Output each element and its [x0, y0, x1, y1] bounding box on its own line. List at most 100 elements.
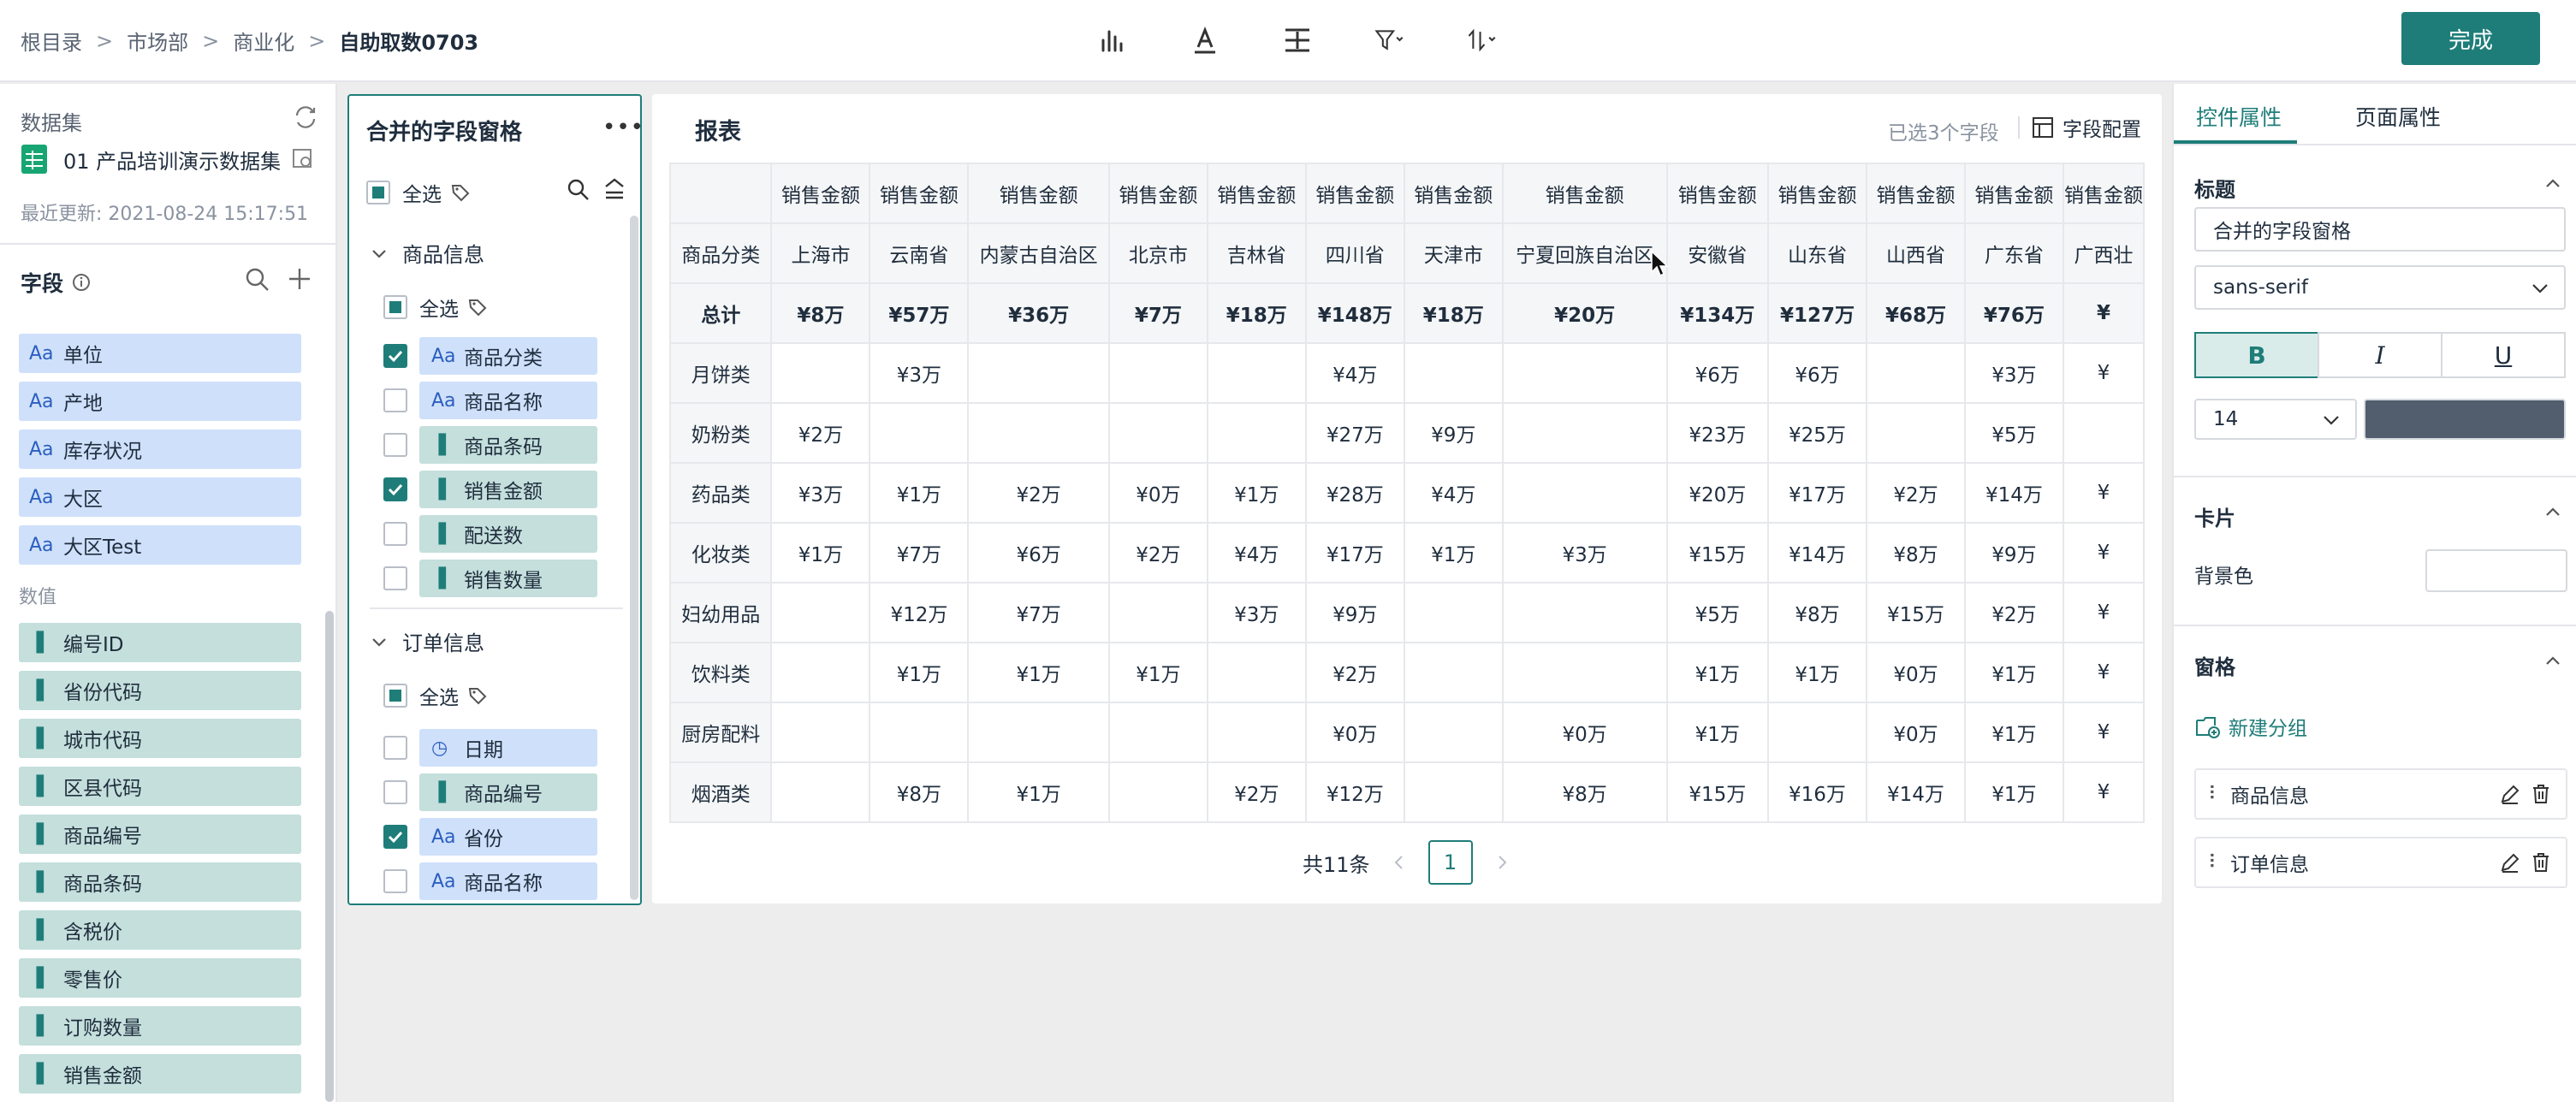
group-order-info[interactable]: 订单信息 [370, 626, 484, 656]
group-product-info[interactable]: 商品信息 [370, 238, 484, 268]
pane-group-item[interactable]: ⠇ 商品信息 [2194, 768, 2567, 820]
breadcrumb-root[interactable]: 根目录 [21, 26, 82, 56]
more-icon[interactable]: ••• [602, 115, 640, 140]
field-item[interactable]: ▐ 商品编号 [19, 815, 301, 854]
delete-icon[interactable] [2530, 783, 2552, 805]
search-icon[interactable] [245, 267, 270, 293]
field-item[interactable]: ▐ 零售价 [19, 958, 301, 998]
sort-button[interactable] [1448, 19, 1517, 62]
chart-type-button[interactable] [1078, 19, 1147, 62]
tab-widget-properties[interactable]: 控件属性 [2196, 101, 2282, 132]
field-option[interactable]: ▐ 商品条码 [383, 426, 597, 464]
table-row[interactable]: 妇幼用品 ¥12万 ¥7万 ¥3万 ¥9万 ¥5万 ¥8万 ¥15万 ¥2万 ¥ [669, 582, 2145, 643]
text-style-button[interactable] [1171, 19, 1239, 62]
checkbox[interactable] [383, 780, 407, 804]
table-row[interactable]: 厨房配料 ¥0万 ¥0万 ¥1万 ¥0万 ¥1万 ¥ [669, 702, 2145, 763]
delete-icon[interactable] [2530, 851, 2552, 874]
field-item[interactable]: ▐ 销售金额 [19, 1054, 301, 1093]
field-item[interactable]: ▐ 含税价 [19, 910, 301, 950]
tag-icon[interactable] [467, 685, 488, 706]
underline-button[interactable]: U [2441, 332, 2566, 378]
collapse-all-icon[interactable] [602, 176, 626, 202]
field-option[interactable]: ▐ 销售金额 [383, 471, 597, 508]
dataset-row[interactable]: 01 产品培训演示数据集 [21, 144, 315, 175]
background-color-picker[interactable] [2425, 549, 2567, 592]
checkbox[interactable] [383, 736, 407, 760]
field-option[interactable]: Aa 商品名称 [383, 382, 597, 419]
edit-icon[interactable] [2499, 851, 2521, 874]
checkbox[interactable] [383, 684, 407, 708]
field-item[interactable]: ▐ 订购数量 [19, 1006, 301, 1046]
field-item[interactable]: Aa 大区Test [19, 525, 301, 565]
checkbox[interactable] [383, 433, 407, 457]
table-row[interactable]: 烟酒类 ¥8万 ¥1万 ¥2万 ¥12万 ¥8万 ¥15万 ¥16万 ¥14万 ¥1万 ¥ [669, 761, 2145, 823]
filter-button[interactable] [1356, 19, 1424, 62]
table-row[interactable]: 化妆类 ¥1万 ¥7万 ¥6万 ¥2万 ¥4万 ¥17万 ¥1万 ¥3万 ¥15万 ¥14万 ¥8万 ¥… [669, 522, 2145, 584]
page-number[interactable]: 1 [1427, 840, 1473, 885]
group-select-all-row[interactable]: 全选 [383, 681, 488, 710]
drag-handle-icon[interactable]: ⠇ [2208, 852, 2222, 874]
checkbox[interactable] [383, 825, 407, 849]
info-icon[interactable] [72, 273, 91, 292]
field-item[interactable]: Aa 库存状况 [19, 430, 301, 469]
table-row[interactable]: 月饼类 ¥3万 ¥4万 ¥6万 ¥6万 ¥3万 ¥ [669, 342, 2145, 404]
title-input[interactable]: 合并的字段窗格 [2194, 207, 2566, 252]
checkbox[interactable] [383, 522, 407, 546]
field-config-button[interactable]: 字段配置 [2032, 113, 2141, 142]
new-group-button[interactable]: 新建分组 [2194, 712, 2307, 741]
field-option[interactable]: ▐ 销售数量 [383, 560, 597, 597]
font-size-select[interactable]: 14 [2194, 399, 2357, 440]
field-item[interactable]: ▐ 城市代码 [19, 719, 301, 758]
group-select-all-row[interactable]: 全选 [383, 293, 488, 322]
switch-dataset-icon[interactable] [293, 104, 318, 130]
merged-field-pane[interactable]: 合并的字段窗格 ••• 全选 商品信息 全选 Aa 商品分类 Aa 商品名称 ▐ 商品… [347, 94, 642, 905]
tab-page-properties[interactable]: 页面属性 [2355, 101, 2441, 132]
scrollbar[interactable] [325, 611, 334, 1102]
chevron-left-icon[interactable] [1391, 854, 1408, 871]
chevron-right-icon[interactable] [1493, 854, 1511, 871]
tag-icon[interactable] [467, 297, 488, 317]
font-family-select[interactable]: sans-serif [2194, 265, 2566, 310]
breadcrumb-commercial[interactable]: 商业化 [233, 26, 294, 56]
field-option[interactable]: Aa 商品分类 [383, 337, 597, 375]
pane-group-item[interactable]: ⠇ 订单信息 [2194, 837, 2567, 888]
done-button[interactable]: 完成 [2401, 12, 2540, 65]
field-item[interactable]: Aa 大区 [19, 477, 301, 517]
table-row[interactable]: 饮料类 ¥1万 ¥1万 ¥1万 ¥2万 ¥1万 ¥1万 ¥0万 ¥1万 ¥ [669, 642, 2145, 703]
table-row[interactable]: 药品类 ¥3万 ¥1万 ¥2万 ¥0万 ¥1万 ¥28万 ¥4万 ¥20万 ¥17万 ¥2万 ¥14万… [669, 462, 2145, 524]
field-option[interactable]: ▐ 配送数 [383, 515, 597, 553]
checkbox[interactable] [366, 181, 390, 204]
field-option[interactable]: ◷ 日期 [383, 729, 597, 767]
checkbox[interactable] [383, 344, 407, 368]
tag-icon[interactable] [450, 182, 471, 203]
field-item[interactable]: ▐ 编号ID [19, 623, 301, 662]
checkbox[interactable] [383, 295, 407, 319]
add-icon[interactable] [286, 265, 313, 293]
preview-icon[interactable] [291, 147, 315, 171]
font-color-swatch[interactable] [2364, 399, 2566, 440]
select-all-row[interactable]: 全选 [366, 178, 471, 207]
chevron-up-icon[interactable] [2543, 175, 2562, 193]
drag-handle-icon[interactable]: ⠇ [2208, 784, 2222, 805]
breadcrumb-market[interactable]: 市场部 [127, 26, 188, 56]
italic-button[interactable]: I [2318, 332, 2442, 378]
table-row[interactable]: 奶粉类 ¥2万 ¥27万 ¥9万 ¥23万 ¥25万 ¥5万 [669, 402, 2145, 464]
checkbox[interactable] [383, 869, 407, 893]
bold-button[interactable]: B [2194, 332, 2319, 378]
report-widget[interactable]: 报表 已选3个字段 字段配置 销售金额 销售金额 销售金额 销售金额 销售金额 销售金额销… [652, 94, 2162, 904]
field-item[interactable]: ▐ 商品条码 [19, 862, 301, 902]
checkbox[interactable] [383, 566, 407, 590]
checkbox[interactable] [383, 388, 407, 412]
chevron-up-icon[interactable] [2543, 652, 2562, 671]
search-icon[interactable] [567, 178, 591, 202]
field-option[interactable]: Aa 省份 [383, 818, 597, 856]
align-button[interactable] [1263, 19, 1332, 62]
field-item[interactable]: Aa 单位 [19, 334, 301, 373]
scrollbar[interactable] [630, 216, 638, 900]
checkbox[interactable] [383, 477, 407, 501]
field-item[interactable]: ▐ 区县代码 [19, 767, 301, 806]
chevron-up-icon[interactable] [2543, 503, 2562, 522]
field-item[interactable]: ▐ 省份代码 [19, 671, 301, 710]
field-option[interactable]: ▐ 商品编号 [383, 773, 597, 811]
edit-icon[interactable] [2499, 783, 2521, 805]
